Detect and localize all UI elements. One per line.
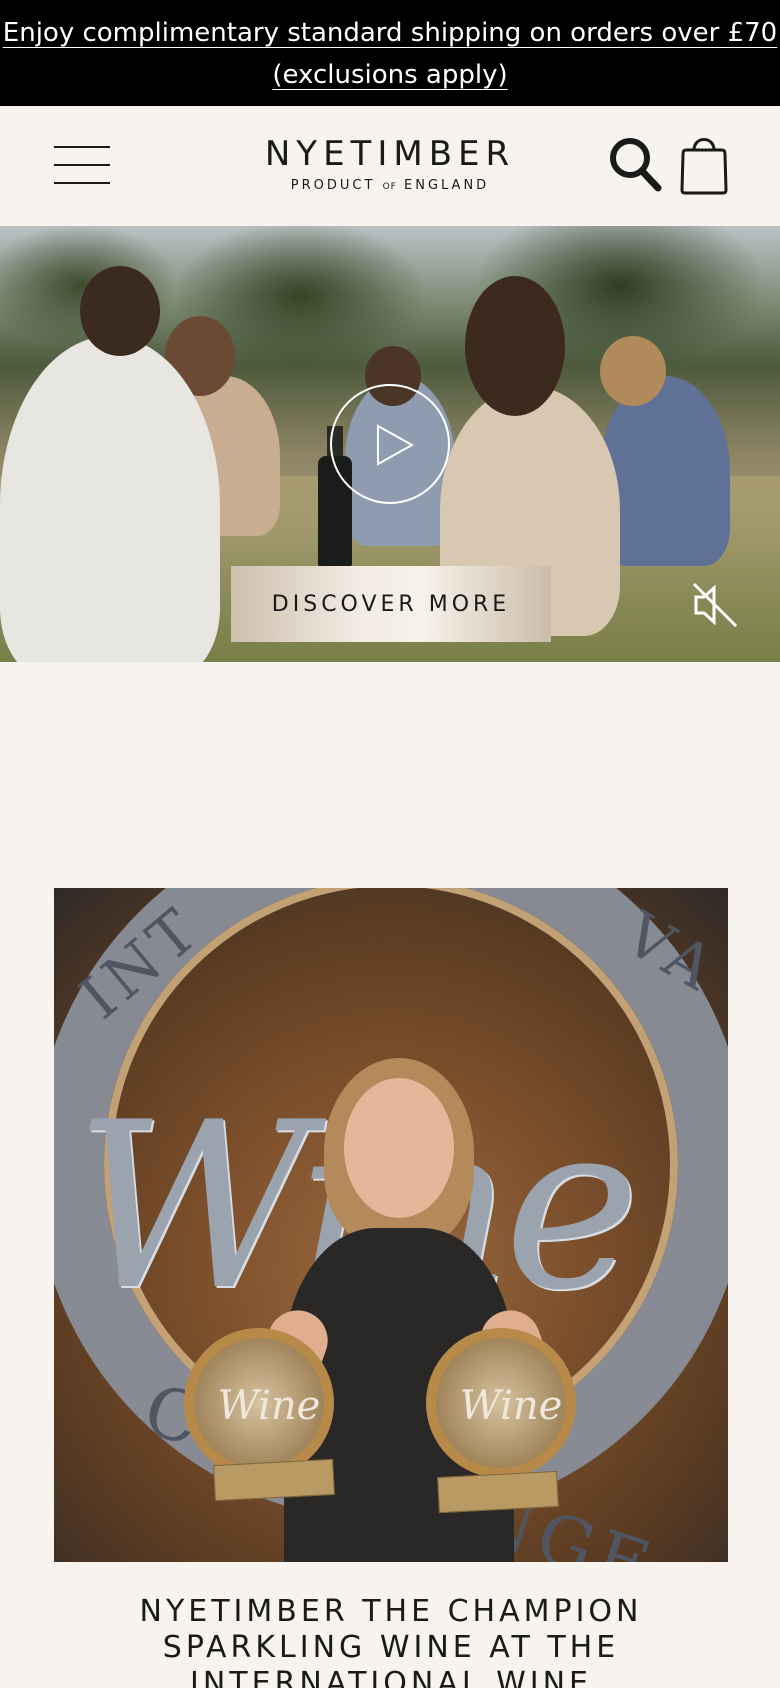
promo-link[interactable]: Enjoy complimentary standard shipping on… xyxy=(3,18,777,90)
hamburger-menu-icon xyxy=(54,146,110,148)
search-button[interactable] xyxy=(606,134,664,194)
play-icon xyxy=(377,424,415,466)
menu-button[interactable] xyxy=(54,144,110,186)
person-face xyxy=(344,1078,454,1218)
site-header: NYETIMBER PRODUCT OF ENGLAND xyxy=(0,106,780,226)
logo-tagline: PRODUCT OF ENGLAND xyxy=(290,178,490,193)
mute-button[interactable] xyxy=(690,580,740,630)
trophy-right: Wine xyxy=(426,1328,576,1478)
award-photo[interactable]: INT VA CHALLENGE Wine Wine Wine xyxy=(54,888,728,1562)
trophy-base-left xyxy=(213,1458,335,1502)
speaker-muted-icon xyxy=(692,582,738,628)
discover-more-button[interactable]: DISCOVER MORE xyxy=(231,566,551,642)
play-button[interactable] xyxy=(330,384,450,504)
trophy-left: Wine xyxy=(184,1328,334,1478)
promo-banner: Enjoy complimentary standard shipping on… xyxy=(0,0,780,106)
cart-button[interactable] xyxy=(678,130,730,196)
search-icon xyxy=(610,138,662,192)
brand-logo[interactable]: NYETIMBER PRODUCT OF ENGLAND xyxy=(230,134,550,193)
logo-wordmark: NYETIMBER xyxy=(264,134,516,174)
feature-headline: NYETIMBER THE CHAMPION SPARKLING WINE AT… xyxy=(139,1594,643,1688)
trophy-base-right xyxy=(437,1470,559,1514)
shopping-bag-icon xyxy=(680,138,728,195)
